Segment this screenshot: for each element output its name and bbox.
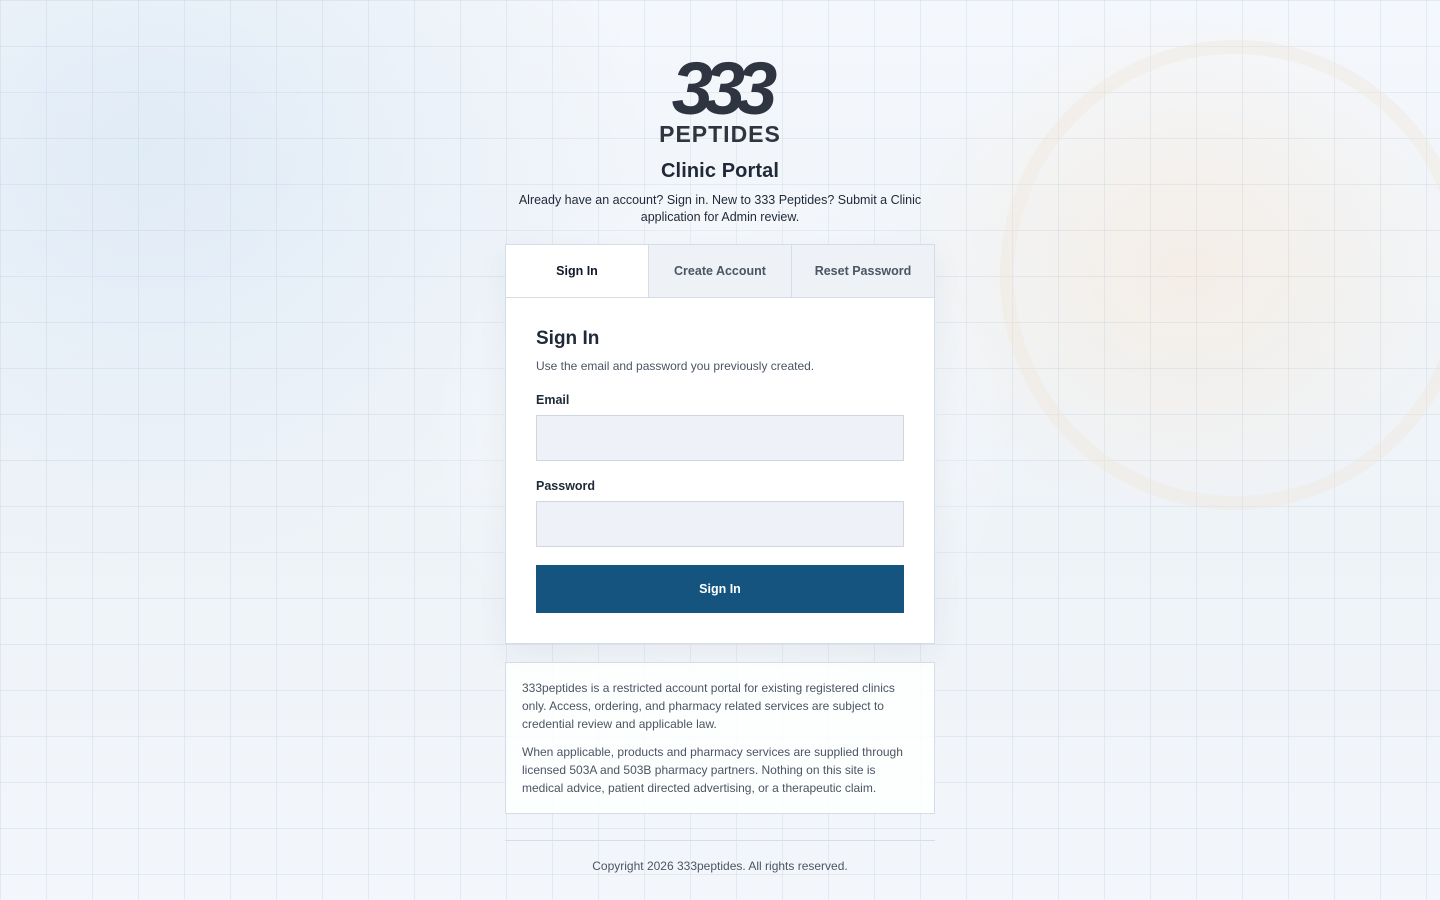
logo-number: 333 xyxy=(672,47,777,130)
sign-in-form: Sign In Use the email and password you p… xyxy=(506,298,934,643)
auth-container: 333 PEPTIDES Clinic Portal Already have … xyxy=(505,0,935,873)
legal-notice: 333peptides is a restricted account port… xyxy=(505,662,935,814)
email-label: Email xyxy=(536,393,570,407)
brand-logo: 333 PEPTIDES xyxy=(659,47,786,144)
notice-paragraph-restricted: 333peptides is a restricted account port… xyxy=(522,681,895,731)
sign-in-heading: Sign In xyxy=(536,328,600,349)
auth-card: Sign In Create Account Reset Password Si… xyxy=(505,244,935,644)
footer-divider xyxy=(505,840,935,841)
tab-sign-in[interactable]: Sign In xyxy=(506,245,648,297)
sign-in-button[interactable]: Sign In xyxy=(536,565,904,613)
tab-reset-password[interactable]: Reset Password xyxy=(791,245,934,297)
logo-word: PEPTIDES xyxy=(659,121,781,144)
background-ring-decoration xyxy=(1000,40,1440,510)
password-label: Password xyxy=(536,479,596,493)
email-field[interactable] xyxy=(536,415,904,461)
copyright-text: Copyright 2026 333peptides. All rights r… xyxy=(592,859,848,873)
intro-text: Already have an account? Sign in. New to… xyxy=(518,193,922,224)
password-field[interactable] xyxy=(536,501,904,547)
sign-in-subtitle: Use the email and password you previousl… xyxy=(536,359,815,373)
tab-create-account[interactable]: Create Account xyxy=(648,245,791,297)
notice-paragraph-pharmacy: When applicable, products and pharmacy s… xyxy=(522,745,903,795)
page-title: Clinic Portal xyxy=(661,160,779,182)
auth-tabs: Sign In Create Account Reset Password xyxy=(506,245,934,298)
